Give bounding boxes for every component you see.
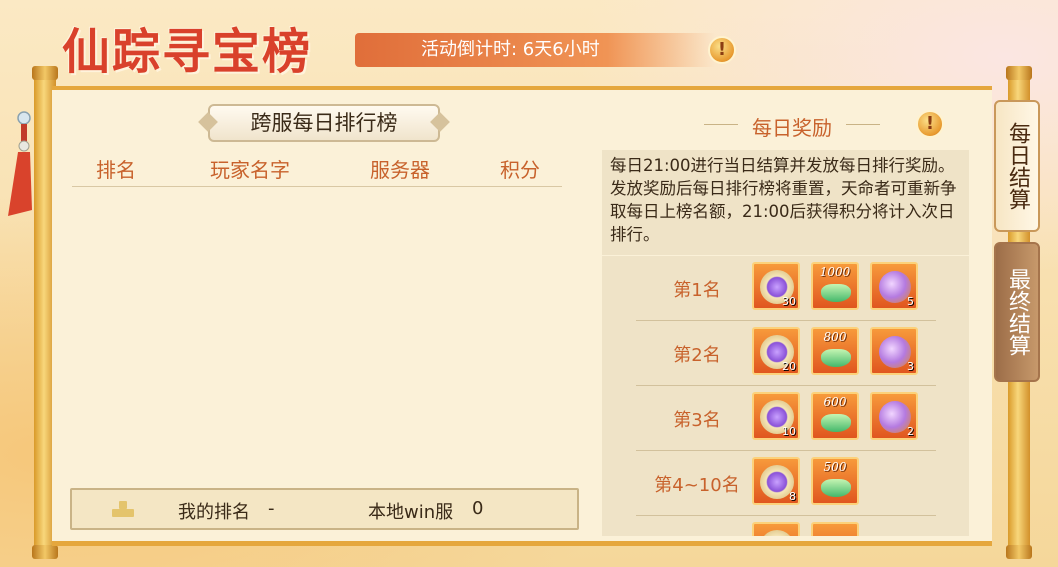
purple-flower-coin-icon[interactable]: 20 bbox=[752, 327, 800, 375]
warning-icon[interactable]: ! bbox=[708, 36, 736, 64]
purple-gem-icon[interactable]: 2 bbox=[870, 392, 918, 440]
reward-row-4: 第4~10名 8 500 bbox=[602, 451, 969, 516]
column-rank: 排名 bbox=[96, 158, 136, 182]
reward-list[interactable]: 第1名 30 1000 5 第2名 20 800 3 第3名 10 600 2 … bbox=[602, 256, 969, 536]
daily-reward-title: 每日奖励 bbox=[704, 112, 880, 141]
my-server-label: 本地win服 bbox=[368, 502, 454, 523]
my-rank-bar: 我的排名 - 本地win服 0 bbox=[70, 488, 579, 530]
tassel-icon bbox=[8, 111, 32, 216]
my-rank-value: - bbox=[268, 498, 275, 519]
reward-description: 每日21:00进行当日结算并发放每日排行奖励。发放奖励后每日排行榜将重置，天命者… bbox=[602, 150, 969, 255]
reward-info-icon[interactable]: ! bbox=[916, 110, 944, 138]
purple-flower-coin-icon[interactable] bbox=[752, 522, 800, 536]
purple-gem-icon[interactable]: 5 bbox=[870, 262, 918, 310]
green-ingot-icon[interactable]: 500 bbox=[811, 457, 859, 505]
tab-final-settlement[interactable]: 最终结算 bbox=[994, 242, 1040, 382]
green-ingot-icon[interactable]: 800 bbox=[811, 327, 859, 375]
my-rank-label: 我的排名 bbox=[178, 502, 250, 523]
green-ingot-icon[interactable]: 600 bbox=[811, 392, 859, 440]
reward-rank-label: 第2名 bbox=[673, 345, 721, 366]
reward-rank-label: 第4~10名 bbox=[654, 475, 740, 496]
tab-daily-settlement[interactable]: 每日结算 bbox=[994, 100, 1040, 232]
reward-row-5-partial bbox=[602, 516, 969, 536]
green-ingot-icon[interactable] bbox=[811, 522, 859, 536]
reward-rank-label: 第3名 bbox=[673, 410, 721, 431]
countdown-banner: 活动倒计时: 6天6小时 bbox=[355, 33, 715, 67]
reward-row-3: 第3名 10 600 2 bbox=[602, 386, 969, 451]
column-server: 服务器 bbox=[370, 158, 430, 182]
purple-gem-icon[interactable]: 3 bbox=[870, 327, 918, 375]
column-player-name: 玩家名字 bbox=[210, 158, 290, 182]
page-title: 仙踪寻宝榜 bbox=[62, 24, 313, 80]
purple-flower-coin-icon[interactable]: 8 bbox=[752, 457, 800, 505]
reward-rank-label: 第1名 bbox=[673, 280, 721, 301]
green-ingot-icon[interactable]: 1000 bbox=[811, 262, 859, 310]
purple-flower-coin-icon[interactable]: 30 bbox=[752, 262, 800, 310]
column-score: 积分 bbox=[500, 158, 540, 182]
header-divider bbox=[72, 186, 562, 187]
reward-row-1: 第1名 30 1000 5 bbox=[602, 256, 969, 321]
purple-flower-coin-icon[interactable]: 10 bbox=[752, 392, 800, 440]
reward-row-2: 第2名 20 800 3 bbox=[602, 321, 969, 386]
leaderboard-title: 跨服每日排行榜 bbox=[208, 104, 440, 142]
podium-icon bbox=[112, 501, 134, 517]
my-score-value: 0 bbox=[472, 498, 484, 519]
